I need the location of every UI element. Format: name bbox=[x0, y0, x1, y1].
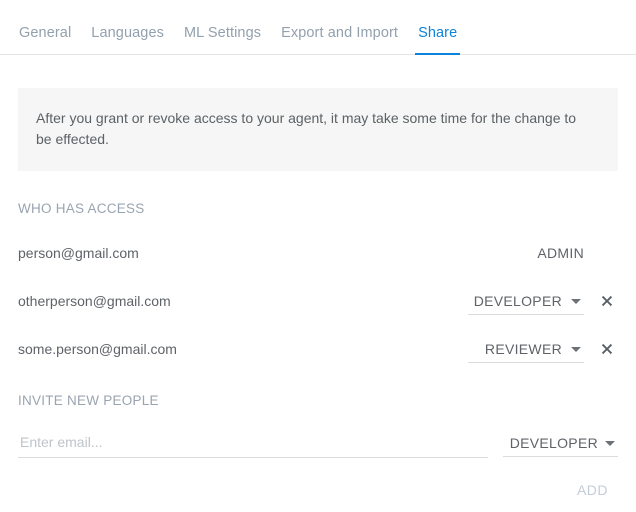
role-dropdown-value: DEVELOPER bbox=[473, 292, 562, 309]
tab-general[interactable]: General bbox=[9, 25, 81, 55]
invite-new-people-heading: INVITE NEW PEOPLE bbox=[18, 393, 159, 408]
invite-role-dropdown[interactable]: DEVELOPER bbox=[503, 430, 618, 457]
invite-email-input[interactable] bbox=[18, 428, 488, 458]
access-row-email: some.person@gmail.com bbox=[18, 341, 177, 357]
info-banner: After you grant or revoke access to your… bbox=[18, 88, 618, 171]
tab-export-and-import[interactable]: Export and Import bbox=[271, 25, 408, 55]
access-row-role-static: ADMIN bbox=[537, 245, 584, 261]
tab-languages[interactable]: Languages bbox=[81, 25, 174, 55]
table-row: otherperson@gmail.com DEVELOPER bbox=[18, 286, 618, 316]
access-row-controls: DEVELOPER bbox=[467, 288, 618, 315]
tab-share[interactable]: Share bbox=[408, 25, 467, 55]
who-has-access-heading: WHO HAS ACCESS bbox=[18, 201, 145, 216]
info-banner-text: After you grant or revoke access to your… bbox=[36, 110, 577, 147]
access-row-controls: REVIEWER bbox=[468, 336, 618, 363]
role-dropdown-reviewer[interactable]: REVIEWER bbox=[468, 336, 584, 363]
tab-ml-settings[interactable]: ML Settings bbox=[174, 25, 271, 55]
access-row-email: otherperson@gmail.com bbox=[18, 293, 171, 309]
close-icon bbox=[601, 343, 614, 356]
add-button-row: ADD bbox=[18, 476, 618, 504]
remove-access-button[interactable] bbox=[596, 290, 618, 312]
invite-role-value: DEVELOPER bbox=[509, 434, 598, 451]
chevron-down-icon bbox=[571, 298, 581, 304]
add-button[interactable]: ADD bbox=[567, 476, 618, 504]
invite-row: DEVELOPER bbox=[18, 428, 618, 458]
access-row-controls: ADMIN bbox=[537, 245, 618, 261]
remove-access-button[interactable] bbox=[596, 338, 618, 360]
chevron-down-icon bbox=[571, 346, 581, 352]
close-icon bbox=[601, 295, 614, 308]
table-row: person@gmail.com ADMIN bbox=[18, 238, 618, 268]
role-dropdown-value: REVIEWER bbox=[484, 340, 562, 357]
access-row-email: person@gmail.com bbox=[18, 245, 139, 261]
chevron-down-icon bbox=[605, 440, 615, 446]
table-row: some.person@gmail.com REVIEWER bbox=[18, 334, 618, 364]
role-dropdown-developer[interactable]: DEVELOPER bbox=[467, 288, 584, 315]
settings-tab-bar: General Languages ML Settings Export and… bbox=[0, 0, 636, 55]
